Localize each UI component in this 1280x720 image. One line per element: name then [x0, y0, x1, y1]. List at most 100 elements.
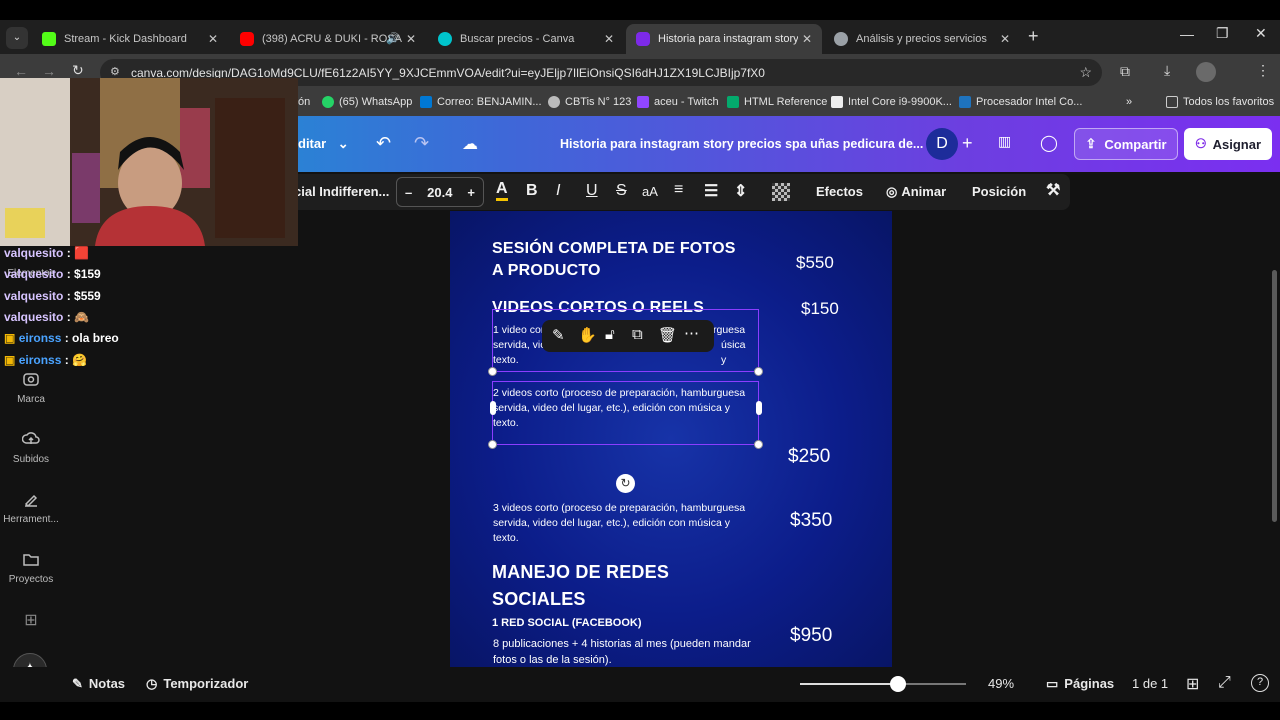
tab-analisis[interactable]: Análisis y precios servicios ✕: [824, 24, 1020, 54]
back-icon[interactable]: ←: [14, 63, 28, 79]
rotate-handle-icon[interactable]: ↻: [616, 474, 635, 493]
reload-icon[interactable]: ↻: [72, 62, 84, 79]
list-icon[interactable]: ☰: [704, 181, 718, 201]
side-handle[interactable]: [756, 401, 762, 415]
bold-icon[interactable]: B: [526, 182, 538, 200]
avatar[interactable]: D: [926, 128, 958, 160]
effects-button[interactable]: Efectos: [816, 184, 863, 199]
close-icon[interactable]: ✕: [604, 32, 614, 46]
heading-redes-2[interactable]: SOCIALES: [492, 589, 586, 610]
decrease-icon[interactable]: –: [405, 185, 412, 200]
animate-button[interactable]: ◎ Animar: [886, 184, 946, 200]
edit-icon[interactable]: ✎: [552, 326, 565, 344]
trash-icon[interactable]: 🗑︎: [658, 326, 677, 344]
sidebar-item-uploads[interactable]: Subidos: [0, 430, 62, 465]
price-150[interactable]: $150: [801, 299, 839, 319]
close-icon[interactable]: ✕: [1000, 32, 1010, 46]
heading-redes-1[interactable]: MANEJO DE REDES: [492, 562, 669, 583]
price-950[interactable]: $950: [790, 625, 832, 647]
heading-sesion-2[interactable]: A PRODUCTO: [492, 262, 601, 280]
notes-button[interactable]: ✎ Notas: [72, 676, 125, 692]
zoom-level[interactable]: 49%: [988, 676, 1014, 691]
bookmark-twitch[interactable]: aceu - Twitch: [637, 96, 719, 108]
pages-button[interactable]: ▭ Páginas: [1046, 676, 1114, 692]
heading-sesion-1[interactable]: SESIÓN COMPLETA DE FOTOS: [492, 240, 736, 258]
profile-avatar[interactable]: [1196, 62, 1216, 82]
increase-icon[interactable]: +: [467, 185, 475, 200]
edit-menu[interactable]: ditar ⌄: [298, 136, 349, 152]
forward-icon[interactable]: →: [42, 63, 56, 79]
sidebar-item-tools[interactable]: Herrament...: [0, 490, 62, 525]
more-bookmarks-icon[interactable]: »: [1126, 96, 1132, 108]
bookmark-correo[interactable]: Correo: BENJAMIN...: [420, 96, 542, 108]
strikethrough-icon[interactable]: S: [616, 182, 627, 200]
bookmark-whatsapp[interactable]: (65) WhatsApp: [322, 96, 412, 108]
restore-button[interactable]: ❐: [1216, 25, 1229, 42]
zoom-slider-knob[interactable]: [890, 676, 906, 692]
vertical-scrollbar[interactable]: [1272, 270, 1277, 522]
price-250[interactable]: $250: [788, 446, 830, 468]
bookmark-intel[interactable]: Intel Core i9-9900K...: [831, 96, 952, 108]
font-size-stepper[interactable]: – 20.4 +: [396, 177, 484, 207]
position-button[interactable]: Posición: [972, 184, 1026, 199]
letter-case-icon[interactable]: aA: [642, 184, 658, 199]
bookmark-cbtis[interactable]: CBTis N° 123: [548, 96, 631, 108]
comment-icon[interactable]: ◯: [1040, 133, 1058, 153]
bookmark-item[interactable]: ón: [298, 96, 310, 108]
paint-format-icon[interactable]: ⚒: [1046, 180, 1060, 200]
tab-kick-dashboard[interactable]: Stream - Kick Dashboard ✕: [32, 24, 228, 54]
align-icon[interactable]: ≡: [674, 181, 683, 199]
side-handle[interactable]: [490, 401, 496, 415]
transparency-icon[interactable]: [772, 183, 790, 201]
share-button[interactable]: ⇪ Compartir: [1074, 128, 1178, 160]
duplicate-icon[interactable]: ⧉: [632, 326, 643, 343]
description-3[interactable]: 3 videos corto (proceso de preparación, …: [493, 501, 745, 546]
close-window-button[interactable]: ✕: [1255, 25, 1267, 42]
more-icon[interactable]: ⋯: [684, 324, 699, 342]
close-icon[interactable]: ✕: [406, 32, 416, 46]
minimize-button[interactable]: —: [1180, 26, 1194, 42]
grid-view-icon[interactable]: ⊞: [1186, 674, 1199, 694]
download-icon[interactable]: ⤓: [1164, 62, 1170, 79]
resize-handle[interactable]: [754, 440, 763, 449]
add-collaborator-icon[interactable]: +: [962, 133, 973, 154]
design-page[interactable]: SESIÓN COMPLETA DE FOTOS A PRODUCTO $550…: [450, 211, 892, 667]
tab-search-button[interactable]: ⌄: [6, 27, 28, 49]
menu-icon[interactable]: ⋮: [1256, 62, 1270, 79]
tab-canva-historia[interactable]: Historia para instagram story pi ✕: [626, 24, 822, 54]
lock-icon[interactable]: 🔓︎: [605, 326, 615, 343]
help-icon[interactable]: ?: [1251, 674, 1269, 692]
speaker-icon[interactable]: 🔊: [386, 32, 400, 45]
spacing-icon[interactable]: ⇕: [734, 181, 747, 201]
assign-button[interactable]: ⚇ Asignar: [1184, 128, 1272, 160]
fullscreen-icon[interactable]: ⤢: [1218, 674, 1231, 692]
description-2[interactable]: 2 videos corto (proceso de preparación, …: [493, 386, 745, 431]
apps-icon[interactable]: ⊞: [0, 610, 62, 630]
star-icon[interactable]: ☆: [1079, 64, 1092, 81]
bookmark-procesador[interactable]: Procesador Intel Co...: [959, 96, 1082, 108]
all-bookmarks[interactable]: Todos los favoritos: [1166, 96, 1274, 108]
underline-icon[interactable]: U: [586, 182, 598, 200]
insights-icon[interactable]: ▥: [998, 133, 1020, 153]
font-family-dropdown[interactable]: cial Indifferen...: [294, 184, 389, 199]
close-icon[interactable]: ✕: [802, 32, 812, 46]
sidebar-item-projects[interactable]: Proyectos: [0, 550, 62, 585]
bookmark-html[interactable]: HTML Reference: [727, 96, 827, 108]
undo-icon[interactable]: ↶: [376, 133, 391, 154]
description-redes[interactable]: 8 publicaciones + 4 historias al mes (pu…: [493, 636, 751, 667]
resize-handle[interactable]: [488, 440, 497, 449]
cloud-save-icon[interactable]: ☁: [462, 134, 478, 154]
timer-button[interactable]: ◷ Temporizador: [146, 676, 248, 692]
italic-icon[interactable]: I: [556, 182, 560, 200]
resize-handle[interactable]: [754, 367, 763, 376]
site-info-icon[interactable]: ⚙: [110, 65, 120, 78]
tab-youtube[interactable]: (398) ACRU & DUKI - ROSA 🔊 ✕: [230, 24, 426, 54]
redo-icon[interactable]: ↷: [414, 133, 429, 154]
price-350[interactable]: $350: [790, 510, 832, 532]
subheading-facebook[interactable]: 1 RED SOCIAL (FACEBOOK): [492, 617, 642, 629]
new-tab-button[interactable]: +: [1028, 26, 1039, 47]
zoom-slider[interactable]: [800, 676, 966, 692]
close-icon[interactable]: ✕: [208, 32, 218, 46]
text-color-icon[interactable]: A: [496, 180, 508, 201]
resize-handle[interactable]: [488, 367, 497, 376]
